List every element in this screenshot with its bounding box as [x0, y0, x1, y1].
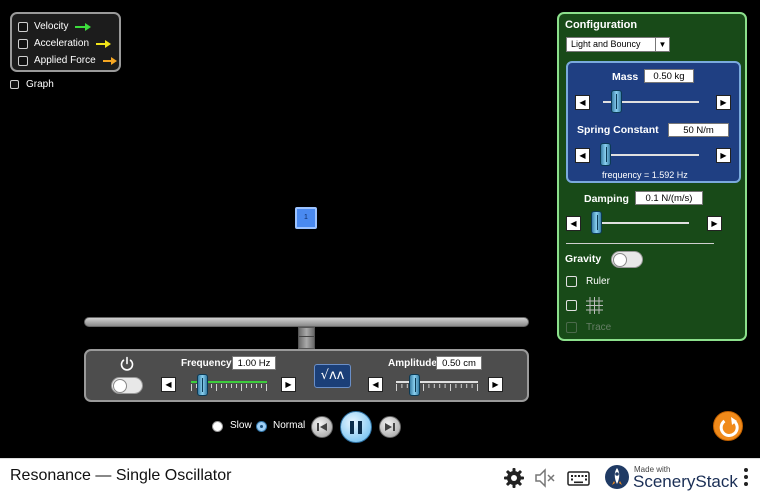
mass-slider-thumb[interactable] — [610, 90, 622, 113]
brand-name: SceneryStack — [633, 472, 738, 491]
frequency-value: 1.00 Hz — [232, 356, 276, 370]
normal-radio[interactable] — [256, 421, 267, 432]
slow-radio[interactable] — [212, 421, 223, 432]
configuration-title: Configuration — [565, 19, 638, 31]
trace-checkbox — [566, 322, 577, 333]
amplitude-increment-button[interactable]: ▶ — [488, 377, 503, 392]
damping-label: Damping — [584, 193, 629, 205]
mass-increment-button[interactable]: ▶ — [716, 95, 731, 110]
gear-icon[interactable] — [503, 467, 525, 489]
graph-label: Graph — [26, 79, 54, 90]
grid-row[interactable] — [566, 297, 603, 314]
slow-label: Slow — [230, 420, 252, 431]
pause-icon — [350, 420, 354, 434]
driver-connector — [298, 327, 315, 349]
acceleration-checkbox[interactable] — [18, 38, 28, 49]
step-forward-button[interactable] — [379, 416, 401, 438]
amplitude-slider-thumb[interactable] — [409, 374, 421, 396]
graph-toggle-row[interactable]: Graph — [10, 79, 54, 90]
configuration-dropdown-value: Light and Bouncy — [571, 39, 641, 49]
power-toggle-knob — [113, 379, 127, 393]
ruler-checkbox[interactable] — [566, 276, 577, 287]
spring-constant-increment-button[interactable]: ▶ — [716, 148, 731, 163]
applied-force-label: Applied Force — [34, 55, 96, 66]
amplitude-decrement-button[interactable]: ◀ — [368, 377, 383, 392]
amplitude-ticks — [396, 384, 478, 391]
kebab-dot — [744, 468, 748, 472]
oscillator-subpanel: Mass 0.50 kg ◀ ▶ Spring Constant 50 N/m … — [566, 61, 741, 183]
configuration-dropdown[interactable]: Light and Bouncy ▼ — [566, 37, 670, 52]
step-forward-icon — [385, 423, 395, 431]
gravity-toggle-knob — [613, 253, 627, 267]
frequency-decrement-button[interactable]: ◀ — [161, 377, 176, 392]
sim-title: Resonance — Single Oscillator — [10, 467, 232, 484]
menu-kebab-icon[interactable] — [744, 468, 749, 489]
ruler-row[interactable]: Ruler — [566, 276, 610, 287]
mass-label: Mass — [612, 71, 639, 83]
kebab-dot — [744, 475, 748, 479]
damping-increment-button[interactable]: ▶ — [707, 216, 722, 231]
grid-checkbox[interactable] — [566, 300, 577, 311]
acceleration-arrow-icon — [96, 39, 112, 48]
velocity-arrow-icon — [75, 22, 92, 31]
applied-force-row[interactable]: Applied Force — [18, 52, 119, 69]
amplitude-value: 0.50 cm — [436, 356, 482, 370]
power-icon — [120, 356, 134, 371]
pause-icon-bar — [358, 420, 362, 434]
driver-control-panel: Frequency 1.00 Hz ◀ ▶ √ᴧᴧ Amplitude 0.50… — [84, 349, 529, 402]
scenerystack-logo-icon — [605, 465, 629, 489]
spring-constant-track — [603, 154, 699, 156]
mass-value: 0.50 kg — [644, 69, 694, 83]
applied-force-arrow-icon — [102, 56, 117, 65]
kebab-dot — [744, 482, 748, 486]
damping-decrement-button[interactable]: ◀ — [566, 216, 581, 231]
graph-checkbox[interactable] — [10, 80, 19, 89]
spring-constant-value: 50 N/m — [668, 123, 729, 137]
spring-constant-label: Spring Constant — [577, 124, 659, 136]
keyboard-icon[interactable] — [567, 467, 590, 489]
step-backward-button[interactable] — [311, 416, 333, 438]
step-backward-icon — [317, 423, 327, 431]
gravity-label: Gravity — [565, 253, 602, 265]
ruler-label: Ruler — [586, 276, 610, 287]
amplitude-track — [396, 381, 478, 383]
velocity-checkbox[interactable] — [18, 21, 28, 32]
reset-all-button[interactable] — [713, 411, 743, 441]
gravity-toggle[interactable] — [611, 251, 643, 268]
spring-constant-slider-thumb[interactable] — [600, 143, 612, 166]
frequency-label: Frequency — [181, 358, 232, 369]
acceleration-label: Acceleration — [34, 38, 90, 49]
power-toggle[interactable] — [111, 377, 143, 394]
damping-slider-thumb[interactable] — [591, 211, 603, 234]
frequency-slider-thumb[interactable] — [196, 374, 208, 396]
velocity-label: Velocity — [34, 21, 69, 32]
play-pause-button[interactable] — [340, 411, 372, 443]
driver-plate — [84, 317, 529, 327]
trace-row: Trace — [566, 322, 611, 333]
spring-constant-decrement-button[interactable]: ◀ — [575, 148, 590, 163]
config-divider — [566, 243, 714, 244]
applied-force-checkbox[interactable] — [18, 55, 28, 66]
vector-panel: Velocity Acceleration Applied Force — [10, 12, 121, 72]
mass-block[interactable]: 1 — [295, 207, 317, 229]
navigation-bar: Resonance — Single Oscillator Made with … — [0, 458, 760, 496]
reset-icon — [719, 417, 739, 437]
chevron-down-icon: ▼ — [655, 38, 669, 51]
normal-label: Normal — [273, 420, 306, 431]
grid-icon — [586, 297, 603, 314]
configuration-panel: Configuration Light and Bouncy ▼ Mass 0.… — [557, 12, 747, 341]
amplitude-label: Amplitude — [388, 358, 437, 369]
simulation-stage: Velocity Acceleration Applied Force Grap… — [0, 0, 760, 458]
damping-value: 0.1 N/(m/s) — [635, 191, 703, 205]
trace-label: Trace — [586, 322, 612, 333]
frequency-increment-button[interactable]: ▶ — [281, 377, 296, 392]
velocity-row[interactable]: Velocity — [18, 18, 119, 35]
mass-decrement-button[interactable]: ◀ — [575, 95, 590, 110]
waveform-button[interactable]: √ᴧᴧ — [314, 364, 351, 388]
damping-track — [594, 222, 689, 224]
acceleration-row[interactable]: Acceleration — [18, 35, 119, 52]
sound-muted-icon[interactable] — [534, 467, 556, 489]
natural-frequency-readout: frequency = 1.592 Hz — [602, 170, 688, 180]
